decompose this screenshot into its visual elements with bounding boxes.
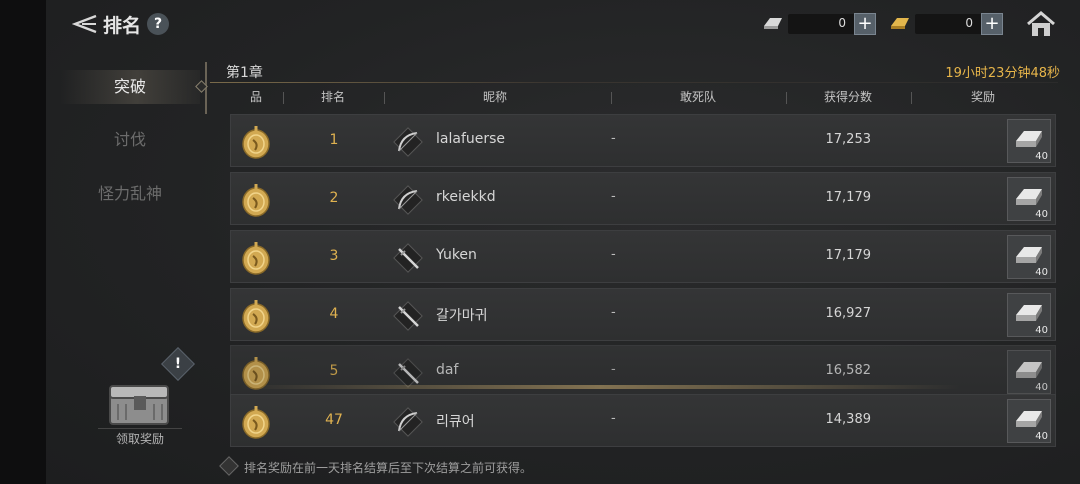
rank-value: 4 bbox=[329, 306, 339, 322]
sidebar-item-crusade[interactable]: 讨伐 bbox=[60, 123, 200, 157]
column-header-nickname: 昵称 bbox=[482, 90, 507, 104]
column-separator bbox=[384, 92, 385, 104]
team-value: - bbox=[611, 189, 616, 204]
rank-value: 2 bbox=[329, 190, 339, 206]
chapter-divider bbox=[210, 82, 1058, 83]
nickname: lalafuerse bbox=[436, 131, 506, 147]
nickname: rkeiekkd bbox=[436, 189, 496, 205]
reward-item[interactable]: 40 bbox=[1007, 293, 1051, 337]
gold-amount: 0 bbox=[965, 16, 973, 30]
chapter-title: 第1章 bbox=[226, 65, 263, 81]
table-row[interactable]: 2 rkeiekkd - 17,179 40 bbox=[230, 172, 1056, 225]
silver-currency: 0 + bbox=[788, 13, 876, 35]
countdown-timer: 19小时23分钟48秒 bbox=[945, 66, 1060, 81]
score-value: 17,179 bbox=[825, 248, 872, 263]
nickname: daf bbox=[436, 362, 459, 378]
silver-amount: 0 bbox=[838, 16, 846, 30]
team-value: - bbox=[611, 131, 616, 146]
score-value: 16,927 bbox=[825, 306, 872, 321]
score-value: 14,389 bbox=[825, 412, 872, 427]
nickname: 리큐어 bbox=[436, 414, 475, 430]
add-silver-button[interactable]: + bbox=[854, 13, 876, 35]
current-player-highlight bbox=[240, 385, 960, 389]
table-row[interactable]: 5 daf - 16,582 40 bbox=[230, 345, 1056, 398]
claim-reward-label[interactable]: 领取奖励 bbox=[98, 428, 182, 447]
table-row[interactable]: 3 Yuken - 17,179 40 bbox=[230, 230, 1056, 283]
grade-medal-icon bbox=[242, 184, 270, 217]
column-header-score: 获得分数 bbox=[823, 90, 872, 104]
table-row[interactable]: 1 lalafuerse - 17,253 40 bbox=[230, 114, 1056, 167]
add-gold-button[interactable]: + bbox=[981, 13, 1003, 35]
reward-count: 40 bbox=[1035, 431, 1048, 442]
back-arrow-icon[interactable] bbox=[72, 12, 98, 36]
bow-icon bbox=[393, 185, 423, 215]
grade-medal-icon bbox=[242, 300, 270, 333]
nickname: 갈가마귀 bbox=[436, 308, 488, 324]
reward-count: 40 bbox=[1035, 151, 1048, 162]
column-header-grade: 品 bbox=[249, 90, 262, 104]
gold-currency: 0 + bbox=[915, 13, 1003, 35]
nickname: Yuken bbox=[436, 247, 477, 263]
team-value: - bbox=[611, 362, 616, 377]
column-header-team: 敢死队 bbox=[679, 90, 716, 104]
reward-item[interactable]: 40 bbox=[1007, 399, 1051, 443]
grade-medal-icon bbox=[242, 126, 270, 159]
reward-count: 40 bbox=[1035, 325, 1048, 336]
column-separator bbox=[611, 92, 612, 104]
reward-item[interactable]: 40 bbox=[1007, 235, 1051, 279]
silver-ingot-icon bbox=[1016, 247, 1042, 263]
silver-ingot-icon bbox=[1016, 411, 1042, 427]
silver-ingot-icon bbox=[1016, 362, 1042, 378]
reward-count: 40 bbox=[1035, 267, 1048, 278]
silver-ingot-icon bbox=[764, 18, 782, 29]
table-row[interactable]: 47 리큐어 - 14,389 40 bbox=[230, 394, 1056, 447]
left-edge bbox=[0, 0, 46, 484]
grade-medal-icon bbox=[242, 242, 270, 275]
gold-ingot-icon bbox=[891, 18, 909, 29]
column-separator bbox=[786, 92, 787, 104]
help-icon[interactable]: ? bbox=[147, 13, 169, 35]
reward-count: 40 bbox=[1035, 382, 1048, 393]
silver-ingot-icon bbox=[1016, 305, 1042, 321]
team-value: - bbox=[611, 247, 616, 262]
silver-ingot-icon bbox=[1016, 131, 1042, 147]
rank-value: 47 bbox=[325, 412, 343, 428]
sword-icon bbox=[393, 243, 423, 273]
rank-value: 3 bbox=[329, 248, 339, 264]
score-value: 17,253 bbox=[825, 132, 872, 147]
team-value: - bbox=[611, 305, 616, 320]
reward-count: 40 bbox=[1035, 209, 1048, 220]
silver-ingot-icon bbox=[1016, 189, 1042, 205]
page-title: 排名 bbox=[103, 15, 142, 37]
table-row[interactable]: 4 갈가마귀 - 16,927 40 bbox=[230, 288, 1056, 341]
score-value: 16,582 bbox=[825, 363, 872, 378]
grade-medal-icon bbox=[242, 406, 270, 439]
reward-item[interactable]: 40 bbox=[1007, 119, 1051, 163]
rank-value: 1 bbox=[329, 132, 339, 148]
reward-item[interactable]: 40 bbox=[1007, 350, 1051, 394]
rank-value: 5 bbox=[329, 363, 339, 379]
sidebar-item-breakthrough[interactable]: 突破 bbox=[60, 70, 200, 104]
team-value: - bbox=[611, 411, 616, 426]
column-separator bbox=[911, 92, 912, 104]
reward-item[interactable]: 40 bbox=[1007, 177, 1051, 221]
column-header-reward: 奖励 bbox=[970, 90, 995, 104]
sidebar-item-monsters[interactable]: 怪力乱神 bbox=[60, 177, 200, 211]
bow-icon bbox=[393, 127, 423, 157]
score-value: 17,179 bbox=[825, 190, 872, 205]
sword-icon bbox=[393, 301, 423, 331]
home-icon[interactable] bbox=[1026, 10, 1056, 38]
reward-note: 排名奖励在前一天排名结算后至下次结算之前可获得。 bbox=[244, 461, 533, 475]
column-separator bbox=[283, 92, 284, 104]
column-header-rank: 排名 bbox=[320, 90, 345, 104]
bow-icon bbox=[393, 407, 423, 437]
reward-chest-icon[interactable] bbox=[104, 378, 176, 428]
